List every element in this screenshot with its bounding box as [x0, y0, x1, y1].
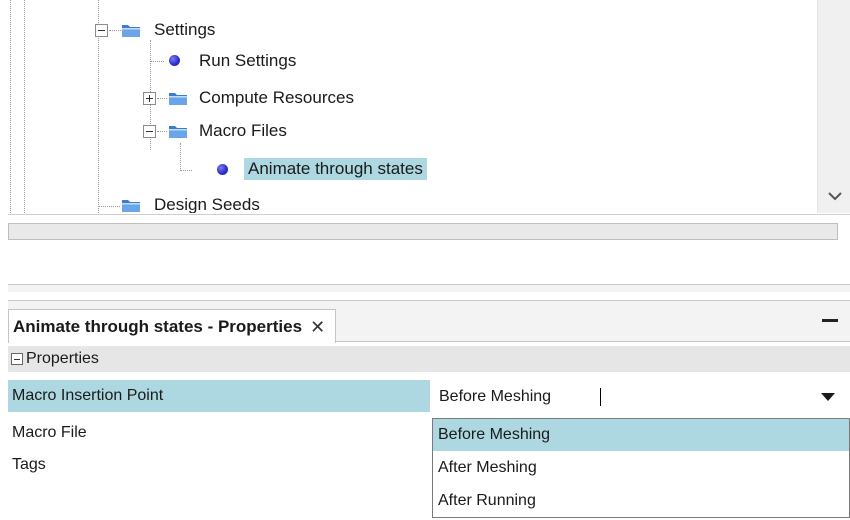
tree-panel: Settings Run Settings Compute Resources …: [10, 0, 846, 213]
folder-icon: [169, 126, 187, 138]
tree-connector: [180, 170, 192, 171]
minimize-icon[interactable]: [822, 319, 838, 322]
tree-guide-line: [180, 143, 181, 171]
tree-connector: [157, 131, 167, 132]
expand-icon[interactable]: [143, 92, 156, 105]
tree-connector: [157, 98, 167, 99]
node-dot-icon: [217, 164, 228, 175]
tab-properties[interactable]: Animate through states - Properties ✕: [8, 309, 337, 343]
folder-icon: [122, 25, 140, 37]
horizontal-scrollbar[interactable]: [8, 223, 838, 240]
chevron-down-icon[interactable]: [825, 186, 845, 206]
tree-guide-line: [10, 0, 11, 213]
properties-panel: Animate through states - Properties ✕ Pr…: [8, 300, 850, 520]
panel-splitter[interactable]: [8, 284, 850, 292]
tab-bar: Animate through states - Properties ✕: [8, 300, 850, 343]
property-name: Macro Insertion Point: [8, 380, 430, 412]
property-name: Tags: [12, 456, 46, 473]
properties-section-header[interactable]: Properties: [8, 346, 850, 372]
tree-connector: [98, 206, 120, 207]
text-caret: [600, 388, 601, 406]
section-label: Properties: [26, 350, 99, 367]
folder-icon: [169, 93, 187, 105]
tree-node-label: Design Seeds: [154, 195, 260, 213]
property-name: Macro File: [12, 424, 87, 441]
combobox-value[interactable]: Before Meshing: [439, 381, 551, 413]
tree-connector: [150, 61, 164, 62]
tree-node-label: Macro Files: [199, 121, 287, 140]
tree-guide-line: [24, 0, 25, 213]
dropdown-option-after-running[interactable]: After Running: [433, 485, 849, 517]
close-icon[interactable]: ✕: [310, 318, 325, 336]
node-dot-icon: [169, 55, 180, 66]
tree-vertical-scrollbar[interactable]: [817, 0, 850, 213]
macro-insertion-point-combobox[interactable]: Before Meshing: [432, 380, 850, 412]
tree-node-label: Settings: [154, 20, 216, 39]
macro-insertion-point-dropdown-list: Before Meshing After Meshing After Runni…: [432, 418, 850, 518]
tree-connector: [109, 30, 121, 31]
collapse-icon[interactable]: [11, 353, 23, 365]
folder-icon: [122, 200, 140, 212]
dropdown-arrow-icon[interactable]: [821, 393, 835, 401]
collapse-icon[interactable]: [143, 125, 156, 138]
dropdown-option-before-meshing[interactable]: Before Meshing: [433, 419, 849, 451]
empty-panel: [8, 214, 850, 292]
collapse-icon[interactable]: [95, 24, 108, 37]
tree-node-label: Run Settings: [199, 51, 297, 70]
dropdown-option-after-meshing[interactable]: After Meshing: [433, 452, 849, 484]
tree-node-label: Compute Resources: [199, 88, 354, 107]
tab-title: Animate through states - Properties: [13, 316, 303, 336]
tree-node-label: Animate through states: [244, 158, 427, 180]
